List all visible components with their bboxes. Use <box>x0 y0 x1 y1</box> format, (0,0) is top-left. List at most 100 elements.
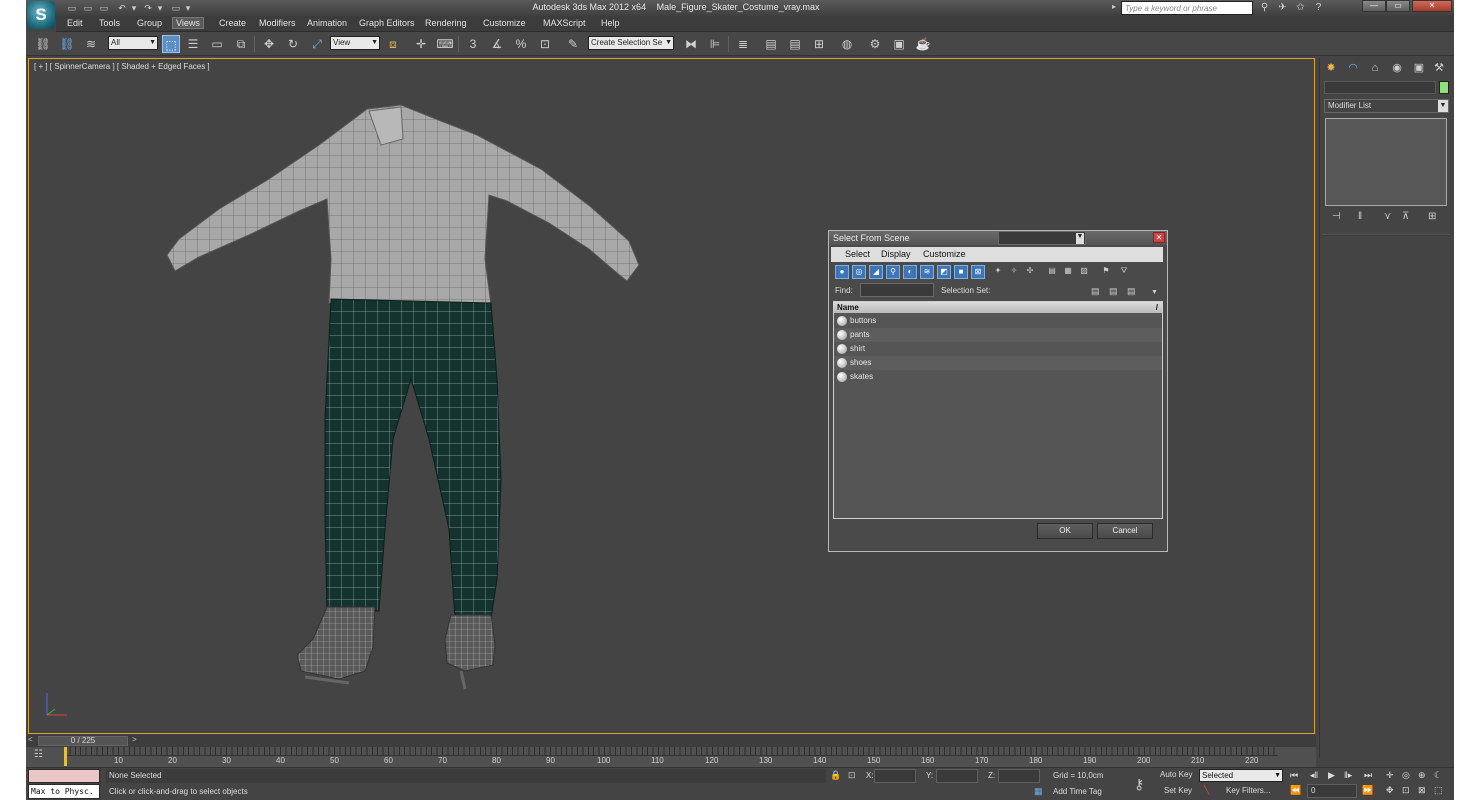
display-geometry-icon[interactable]: ● <box>835 265 849 279</box>
go-to-start-icon[interactable]: ⏮ <box>1290 770 1298 781</box>
display-cameras-icon[interactable]: ⚲ <box>886 265 900 279</box>
track-ruler[interactable] <box>64 747 1278 756</box>
schematic-view-icon[interactable]: ⊞ <box>810 35 828 53</box>
menu-group[interactable]: Group <box>134 18 165 28</box>
redo-dropdown-icon[interactable]: ▾ <box>154 2 166 14</box>
selection-set-dropdown[interactable]: ▼ <box>998 231 1086 245</box>
display-lights-icon[interactable]: ◢ <box>869 265 883 279</box>
pivot-center-icon[interactable]: ⧈ <box>384 35 402 53</box>
close-button[interactable]: ✕ <box>1412 0 1452 12</box>
percent-snap-icon[interactable]: % <box>512 35 530 53</box>
menu-animation[interactable]: Animation <box>304 18 350 28</box>
render-production-icon[interactable]: ☕ <box>914 35 932 53</box>
display-groups-icon[interactable]: ◩ <box>937 265 951 279</box>
minimize-button[interactable]: — <box>1362 0 1386 12</box>
zoom-all-icon[interactable]: ◎ <box>1402 770 1410 781</box>
help-icon[interactable]: ? <box>1312 2 1325 14</box>
display-bones-icon[interactable]: ⊠ <box>971 265 985 279</box>
menu-create[interactable]: Create <box>216 18 249 28</box>
z-coordinate-input[interactable] <box>998 769 1040 783</box>
favorites-star-icon[interactable]: ✩ <box>1294 2 1307 14</box>
dialog-menu-display[interactable]: Display <box>881 249 911 259</box>
redo-icon[interactable]: ↷ <box>142 2 154 14</box>
select-all-icon[interactable]: ▤ <box>1045 265 1059 279</box>
quick-access-dropdown-icon[interactable]: ▾ <box>182 2 194 14</box>
selection-filter-dropdown[interactable]: All ▼ <box>108 36 158 50</box>
menu-rendering[interactable]: Rendering <box>422 18 470 28</box>
current-frame-input[interactable]: 0 <box>1307 784 1357 798</box>
select-and-move-icon[interactable]: ✥ <box>260 35 278 53</box>
selection-set-select-icon[interactable]: ▤ <box>1127 286 1136 297</box>
ok-button[interactable]: OK <box>1037 523 1093 539</box>
list-item-pants[interactable]: pants <box>834 328 1162 342</box>
list-item-skates[interactable]: skates <box>834 370 1162 384</box>
dialog-menu-select[interactable]: Select <box>845 249 870 259</box>
angle-snap-icon[interactable]: ∡ <box>488 35 506 53</box>
spinner-snap-icon[interactable]: ⊡ <box>536 35 554 53</box>
project-folder-icon[interactable]: ▭ <box>170 2 182 14</box>
next-frame-icon[interactable]: ‖▸ <box>1344 770 1352 781</box>
walk-through-icon[interactable]: ⊠ <box>1418 785 1426 796</box>
app-logo-button[interactable]: S <box>27 1 55 29</box>
select-none-icon[interactable]: ▦ <box>1061 265 1075 279</box>
select-and-scale-icon[interactable]: ⤢ <box>308 35 326 53</box>
select-and-manipulate-icon[interactable]: ✛ <box>412 35 430 53</box>
menu-maxscript[interactable]: MAXScript <box>540 18 589 28</box>
play-icon[interactable]: ▶ <box>1328 770 1335 781</box>
absolute-mode-icon[interactable]: ⊡ <box>848 770 856 781</box>
selection-set-remove-icon[interactable]: ▤ <box>1109 286 1118 297</box>
find-input[interactable] <box>860 283 934 297</box>
zoom-extents-icon[interactable]: ⊕ <box>1418 770 1426 781</box>
save-file-icon[interactable]: ▭ <box>98 2 110 14</box>
maximize-button[interactable]: ▭ <box>1386 0 1410 12</box>
go-to-end-icon[interactable]: ⏭ <box>1364 770 1372 781</box>
configure-modifier-sets-icon[interactable]: ⊞ <box>1428 211 1436 222</box>
window-crossing-icon[interactable]: ⧉ <box>232 35 250 53</box>
modifier-list-dropdown[interactable]: Modifier List ▼ <box>1324 99 1449 113</box>
make-unique-icon[interactable]: ⋎ <box>1384 211 1391 222</box>
dialog-options-chevron-icon[interactable]: ▼ <box>1151 289 1158 296</box>
object-color-swatch[interactable] <box>1439 81 1449 94</box>
communication-center-icon[interactable]: ✈ <box>1276 2 1289 14</box>
maxscript-listener-pink[interactable] <box>28 769 100 783</box>
menu-views[interactable]: Views <box>172 17 204 29</box>
rectangular-selection-icon[interactable]: ▭ <box>208 35 226 53</box>
show-end-result-icon[interactable]: ‖ <box>1358 211 1362 222</box>
maxscript-mini-listener[interactable]: Max to Physc. <box>28 784 100 799</box>
open-file-icon[interactable]: ▭ <box>82 2 94 14</box>
search-arrow-icon[interactable]: ▸ <box>1112 2 1120 14</box>
utilities-tab-icon[interactable]: ⚒ <box>1430 60 1448 76</box>
mini-curve-editor-icon[interactable]: ☷ <box>34 749 43 760</box>
search-input[interactable]: Type a keyword or phrase <box>1121 1 1253 15</box>
select-invert-icon[interactable]: ▨ <box>1077 265 1091 279</box>
menu-edit[interactable]: Edit <box>64 18 86 28</box>
graphite-modeling-icon[interactable]: ▤ <box>762 35 780 53</box>
zoom-icon[interactable]: ✛ <box>1386 770 1394 781</box>
previous-frame-icon[interactable]: ◂‖ <box>1310 770 1318 781</box>
select-by-name-icon[interactable]: ☰ <box>184 35 202 53</box>
time-prev-arrow-icon[interactable]: < <box>28 735 33 744</box>
display-xrefs-icon[interactable]: ■ <box>954 265 968 279</box>
add-time-tag[interactable]: Add Time Tag <box>1053 787 1102 796</box>
create-tab-icon[interactable]: ✸ <box>1322 60 1340 76</box>
layer-manager-icon[interactable]: ≣ <box>734 35 752 53</box>
pin-stack-icon[interactable]: ⊣ <box>1332 211 1341 222</box>
display-containers-icon[interactable]: ✦ <box>991 265 1005 279</box>
selection-lock-icon[interactable]: 🔒 <box>830 770 841 781</box>
time-tag-icon[interactable]: ▦ <box>1034 786 1043 797</box>
align-icon[interactable]: ⊫ <box>706 35 724 53</box>
material-editor-icon[interactable]: ◍ <box>838 35 856 53</box>
column-header-name[interactable]: Name / <box>834 302 1162 313</box>
list-item-buttons[interactable]: buttons <box>834 314 1162 328</box>
display-hidden-icon[interactable]: ✣ <box>1023 265 1037 279</box>
named-selection-set-dropdown[interactable]: Create Selection Se ▼ <box>588 36 674 50</box>
modifier-stack[interactable] <box>1325 118 1447 206</box>
pan-icon[interactable]: ✥ <box>1386 785 1394 796</box>
render-setup-icon[interactable]: ⚙ <box>866 35 884 53</box>
edit-named-selection-icon[interactable]: ✎ <box>564 35 582 53</box>
snaps-toggle-icon[interactable]: 3 <box>464 35 482 53</box>
select-object-icon[interactable]: ⬚ <box>162 35 180 53</box>
set-key-button[interactable]: Set Key <box>1164 786 1192 795</box>
hierarchy-tab-icon[interactable]: ⌂ <box>1366 60 1384 76</box>
scene-object-list[interactable]: Name / buttons pants shirt shoes skates <box>833 301 1163 519</box>
